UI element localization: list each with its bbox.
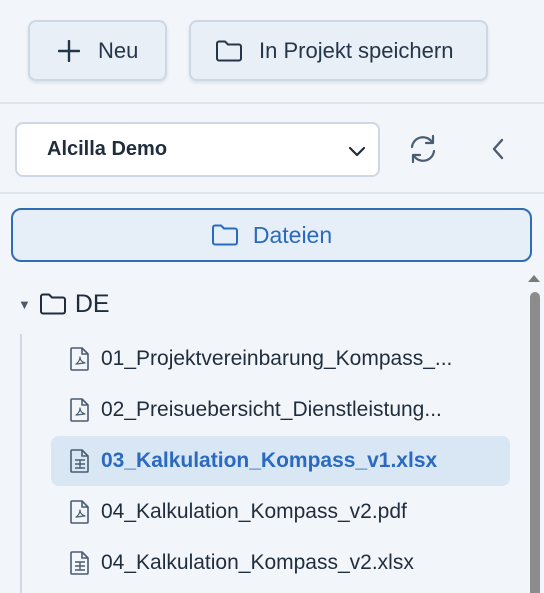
tree-guide-line: [20, 334, 22, 593]
folder-icon: [215, 39, 243, 63]
spreadsheet-file-icon: [69, 448, 91, 474]
folder-icon: [211, 223, 239, 247]
tree-file-item[interactable]: 01_Projektvereinbarung_Kompass_...: [51, 334, 510, 384]
save-to-project-button[interactable]: In Projekt speichern: [189, 20, 488, 81]
tree-folder-label: DE: [74, 289, 110, 318]
tree-folder-de[interactable]: ▼ DE: [18, 286, 110, 322]
refresh-icon: [407, 134, 439, 169]
project-select-value: Alcilla Demo: [47, 138, 168, 160]
file-tree: ▼ DE 01_Projektvereinbarung_Kompass_... …: [0, 270, 524, 593]
new-button[interactable]: Neu: [28, 20, 167, 81]
tab-files[interactable]: Dateien: [11, 208, 532, 262]
project-row: Alcilla Demo: [0, 106, 544, 194]
folder-icon: [39, 292, 67, 316]
tree-file-item[interactable]: 04_Kalkulation_Kompass_v2.xlsx: [51, 538, 510, 588]
scrollbar-thumb[interactable]: [530, 292, 540, 593]
spreadsheet-file-icon: [69, 550, 91, 576]
file-name: 04_Kalkulation_Kompass_v2.pdf: [101, 500, 407, 523]
chevron-down-icon: [348, 141, 366, 164]
project-select[interactable]: Alcilla Demo: [15, 122, 380, 177]
plus-icon: [58, 39, 80, 62]
collapse-panel-button[interactable]: [484, 136, 512, 166]
tree-file-item[interactable]: 04_Kalkulation_Kompass_v2.pdf: [51, 487, 510, 537]
file-name: 03_Kalkulation_Kompass_v1.xlsx: [101, 449, 438, 472]
refresh-button[interactable]: [404, 134, 442, 168]
pdf-file-icon: [69, 499, 91, 525]
file-name: 01_Projektvereinbarung_Kompass_...: [101, 347, 453, 370]
chevron-left-icon: [491, 138, 505, 165]
caret-down-icon[interactable]: ▼: [18, 297, 31, 312]
new-button-label: Neu: [98, 37, 139, 63]
scroll-up-arrow-icon[interactable]: [527, 270, 541, 288]
file-name: 02_Preisuebersicht_Dienstleistung...: [101, 398, 442, 421]
file-name: 04_Kalkulation_Kompass_v2.xlsx: [101, 551, 414, 574]
pdf-file-icon: [69, 397, 91, 423]
toolbar: Neu In Projekt speichern: [0, 0, 544, 104]
save-button-label: In Projekt speichern: [259, 37, 454, 63]
pdf-file-icon: [69, 346, 91, 372]
tree-file-item-selected[interactable]: 03_Kalkulation_Kompass_v1.xlsx: [51, 436, 510, 486]
tree-file-item[interactable]: 02_Preisuebersicht_Dienstleistung...: [51, 385, 510, 435]
tab-files-label: Dateien: [252, 221, 333, 248]
